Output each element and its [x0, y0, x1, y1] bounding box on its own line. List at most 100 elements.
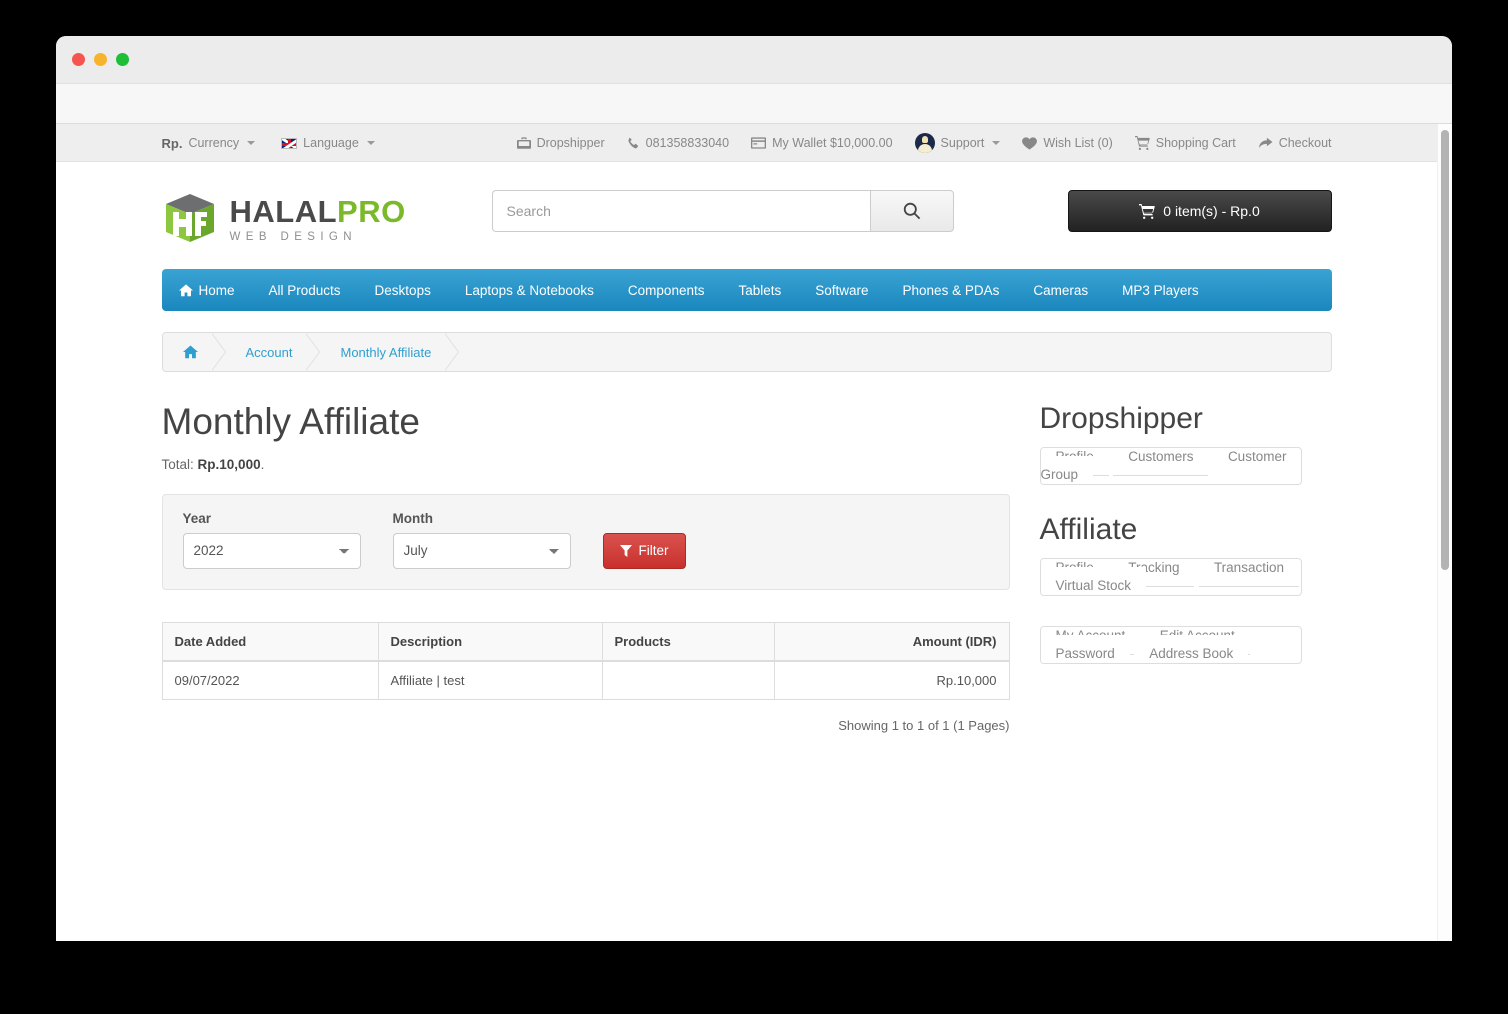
nav-item-all-products[interactable]: All Products [252, 269, 358, 311]
breadcrumb-label: Account [246, 345, 293, 360]
total-suffix: . [261, 457, 265, 472]
credit-card-icon [751, 137, 766, 149]
nav-item-label: Desktops [375, 283, 431, 298]
filter-button[interactable]: Filter [603, 533, 686, 569]
year-select[interactable]: 2022 [183, 533, 361, 569]
site-logo[interactable]: HALALPRO WEB DESIGN [162, 192, 492, 248]
column-header-products: Products [602, 622, 774, 661]
cart-total-label: 0 item(s) - Rp.0 [1163, 203, 1259, 219]
column-header-date-added: Date Added [162, 622, 378, 661]
nav-item-laptops-notebooks[interactable]: Laptops & Notebooks [448, 269, 611, 311]
nav-item-desktops[interactable]: Desktops [358, 269, 448, 311]
breadcrumb-item-monthly-affiliate[interactable]: Monthly Affiliate [318, 333, 457, 371]
uk-flag-icon [281, 138, 297, 149]
nav-item-label: Home [199, 283, 235, 298]
topbar-link-label: Wish List (0) [1043, 136, 1112, 150]
cell-date-added: 09/07/2022 [162, 661, 378, 700]
scrollbar-thumb[interactable] [1441, 130, 1449, 570]
topbar-link-my-wallet[interactable]: My Wallet $10,000.00 [751, 136, 892, 150]
main-navigation: Home All Products Desktops Laptops & Not… [56, 269, 1437, 311]
total-amount: Rp.10,000 [198, 457, 261, 472]
breadcrumb-item-home[interactable] [163, 333, 224, 371]
nav-item-mp3-players[interactable]: MP3 Players [1105, 269, 1216, 311]
nav-item-cameras[interactable]: Cameras [1016, 269, 1105, 311]
nav-item-components[interactable]: Components [611, 269, 722, 311]
filter-button-label: Filter [639, 543, 669, 558]
language-dropdown[interactable]: Language [281, 136, 375, 150]
currency-dropdown[interactable]: Rp. Currency [162, 136, 256, 151]
column-header-amount: Amount (IDR) [774, 622, 1009, 661]
topbar-link-phone[interactable]: 081358833040 [627, 136, 729, 150]
site-header: HALALPRO WEB DESIGN [56, 162, 1437, 248]
logo-text-accent: PRO [337, 194, 406, 229]
topbar-link-dropshipper[interactable]: Dropshipper [517, 136, 605, 150]
cell-amount: Rp.10,000 [774, 661, 1009, 700]
briefcase-icon [517, 137, 531, 150]
topbar-link-label: My Wallet $10,000.00 [772, 136, 892, 150]
cart-icon [1139, 204, 1155, 219]
search-icon [903, 202, 921, 220]
month-label: Month [393, 511, 571, 526]
sidebar-item-next[interactable] [1253, 635, 1287, 664]
month-select[interactable]: July [393, 533, 571, 569]
window-maximize-button[interactable] [116, 53, 129, 66]
cart-total-button[interactable]: 0 item(s) - Rp.0 [1068, 190, 1332, 232]
web-page: Rp. Currency Language Dr [56, 124, 1437, 941]
breadcrumb-label: Monthly Affiliate [340, 345, 431, 360]
filter-panel: Year 2022 Month July [162, 494, 1010, 590]
nav-item-home[interactable]: Home [162, 269, 252, 311]
sidebar-item-transaction[interactable]: Transaction [1199, 558, 1299, 587]
sidebar-item-customers[interactable]: Customers [1113, 447, 1208, 476]
cart-icon [1135, 136, 1150, 150]
sidebar-item-password[interactable]: Password [1041, 635, 1130, 664]
nav-item-label: Laptops & Notebooks [465, 283, 594, 298]
browser-viewport: Rp. Currency Language Dr [56, 124, 1452, 941]
window-titlebar [56, 36, 1452, 84]
browser-toolbar [56, 84, 1452, 124]
filter-icon [620, 545, 632, 557]
share-arrow-icon [1258, 137, 1273, 150]
support-avatar [915, 133, 935, 153]
topbar-link-checkout[interactable]: Checkout [1258, 136, 1332, 150]
search-input[interactable] [492, 190, 870, 232]
home-icon [179, 284, 193, 297]
account-list: My Account Edit Account Password Address… [1040, 626, 1302, 664]
currency-symbol: Rp. [162, 136, 183, 151]
nav-item-phones-pdas[interactable]: Phones & PDAs [886, 269, 1017, 311]
topbar-link-wish-list[interactable]: Wish List (0) [1022, 136, 1112, 150]
site-topbar: Rp. Currency Language Dr [56, 124, 1437, 162]
sidebar-heading-dropshipper: Dropshipper [1040, 402, 1302, 435]
logo-tagline: WEB DESIGN [230, 232, 406, 244]
topbar-link-label: 081358833040 [646, 136, 729, 150]
column-header-description: Description [378, 622, 602, 661]
nav-item-tablets[interactable]: Tablets [721, 269, 798, 311]
topbar-link-support[interactable]: Support [915, 133, 1001, 153]
topbar-link-label: Support [941, 136, 985, 150]
table-header-row: Date Added Description Products Amount (… [162, 622, 1009, 661]
topbar-link-shopping-cart[interactable]: Shopping Cart [1135, 136, 1236, 150]
total-line: Total: Rp.10,000. [162, 457, 1010, 472]
window-close-button[interactable] [72, 53, 85, 66]
currency-label: Currency [188, 136, 239, 150]
nav-item-label: Cameras [1033, 283, 1088, 298]
language-label: Language [303, 136, 359, 150]
breadcrumb-item-account[interactable]: Account [224, 333, 319, 371]
window-minimize-button[interactable] [94, 53, 107, 66]
nav-item-software[interactable]: Software [798, 269, 885, 311]
breadcrumb: Account Monthly Affiliate [56, 332, 1437, 372]
search-button[interactable] [870, 190, 954, 232]
nav-item-label: Software [815, 283, 868, 298]
halalpro-cube-icon [162, 192, 218, 248]
nav-item-label: Tablets [738, 283, 781, 298]
vertical-scrollbar[interactable] [1437, 124, 1452, 941]
phone-icon [627, 137, 640, 150]
browser-window: Rp. Currency Language Dr [56, 36, 1452, 941]
search-group [492, 190, 954, 232]
page-title: Monthly Affiliate [162, 402, 1010, 443]
sidebar-item-address-book[interactable]: Address Book [1134, 635, 1248, 664]
affiliate-list: Profile Tracking Transaction Virtual Sto… [1040, 558, 1302, 596]
sidebar-item-virtual-stock[interactable]: Virtual Stock [1041, 567, 1147, 596]
table-row: 09/07/2022 Affiliate | test Rp.10,000 [162, 661, 1009, 700]
sidebar: Dropshipper Profile Customers Customer G… [1040, 402, 1302, 733]
main-column: Monthly Affiliate Total: Rp.10,000. Year… [162, 402, 1010, 733]
